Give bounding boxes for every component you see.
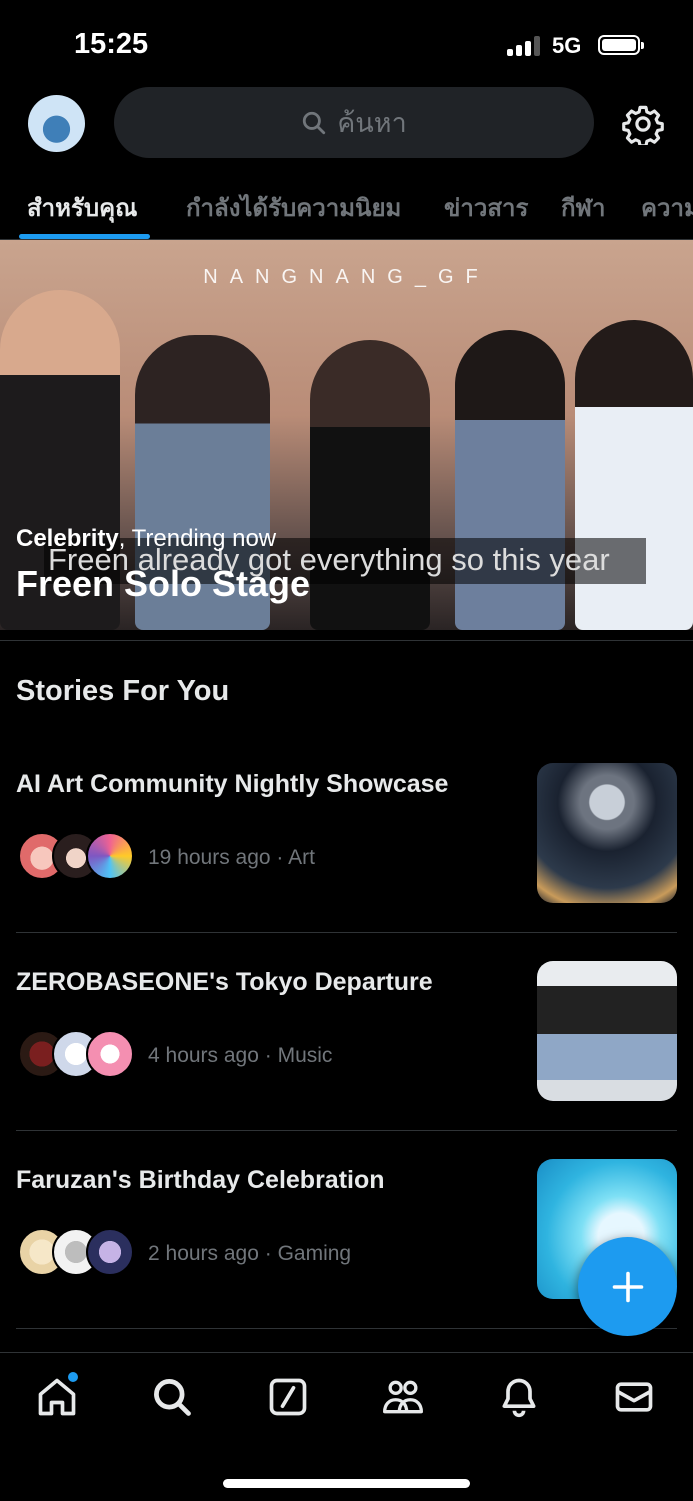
home-notification-dot bbox=[66, 1370, 80, 1384]
status-time: 15:25 bbox=[74, 28, 149, 60]
hero-category: Celebrity bbox=[16, 525, 119, 552]
search-icon[interactable] bbox=[150, 1375, 194, 1419]
settings-gear-icon[interactable] bbox=[622, 103, 664, 145]
divider bbox=[16, 1130, 677, 1131]
home-indicator bbox=[223, 1479, 470, 1488]
tab-entertainment[interactable]: ความ bbox=[641, 188, 693, 227]
story-meta: 2 hours ago · Gaming bbox=[148, 1242, 352, 1265]
story-meta: 19 hours ago · Art bbox=[148, 846, 315, 869]
battery-icon bbox=[598, 35, 644, 55]
explore-tabs: สำหรับคุณ กำลังได้รับความนิยม ข่าวสาร กี… bbox=[0, 180, 693, 240]
divider bbox=[16, 932, 677, 933]
story-title: AI Art Community Nightly Showcase bbox=[16, 770, 449, 798]
hero-title: Freen Solo Stage bbox=[16, 563, 311, 604]
signal-icon bbox=[507, 36, 543, 56]
status-bar: 15:25 5G bbox=[0, 0, 693, 90]
search-bar[interactable]: ค้นหา bbox=[114, 87, 594, 158]
hero-watermark: NANGNANG_GF bbox=[203, 266, 490, 288]
avatar bbox=[86, 832, 134, 880]
divider bbox=[0, 640, 693, 641]
communities-icon[interactable] bbox=[381, 1375, 425, 1419]
stories-section-title: Stories For You bbox=[16, 675, 230, 707]
network-type: 5G bbox=[552, 33, 582, 58]
messages-envelope-icon[interactable] bbox=[612, 1375, 656, 1419]
story-title: ZEROBASEONE's Tokyo Departure bbox=[16, 968, 433, 996]
story-avatars bbox=[18, 1228, 138, 1278]
story-title: Faruzan's Birthday Celebration bbox=[16, 1166, 385, 1194]
story-avatars bbox=[18, 832, 138, 882]
grok-icon[interactable] bbox=[266, 1375, 310, 1419]
compose-button[interactable] bbox=[578, 1237, 677, 1336]
bottom-navigation bbox=[0, 1352, 693, 1501]
story-thumbnail bbox=[537, 763, 677, 903]
tab-for-you[interactable]: สำหรับคุณ bbox=[27, 188, 137, 227]
plus-icon bbox=[612, 1271, 643, 1302]
tab-sports[interactable]: กีฬา bbox=[561, 188, 605, 227]
search-icon bbox=[303, 111, 326, 134]
hero-context: , Trending now bbox=[118, 525, 277, 552]
divider bbox=[16, 1328, 677, 1329]
avatar bbox=[86, 1228, 134, 1276]
hero-kicker: Celebrity, Trending now bbox=[16, 525, 276, 553]
tab-news[interactable]: ข่าวสาร bbox=[444, 188, 528, 227]
tab-trending[interactable]: กำลังได้รับความนิยม bbox=[186, 188, 401, 227]
story-avatars bbox=[18, 1030, 138, 1080]
avatar bbox=[86, 1030, 134, 1078]
story-meta: 4 hours ago · Music bbox=[148, 1044, 333, 1067]
hero-trend-card[interactable]: NANGNANG_GF Freen already got everything… bbox=[0, 240, 693, 630]
notifications-bell-icon[interactable] bbox=[497, 1375, 541, 1419]
hero-image-figure bbox=[455, 330, 565, 630]
profile-avatar[interactable] bbox=[28, 95, 85, 152]
hero-image-figure bbox=[310, 340, 430, 630]
story-thumbnail bbox=[537, 961, 677, 1101]
search-placeholder: ค้นหา bbox=[337, 108, 407, 138]
